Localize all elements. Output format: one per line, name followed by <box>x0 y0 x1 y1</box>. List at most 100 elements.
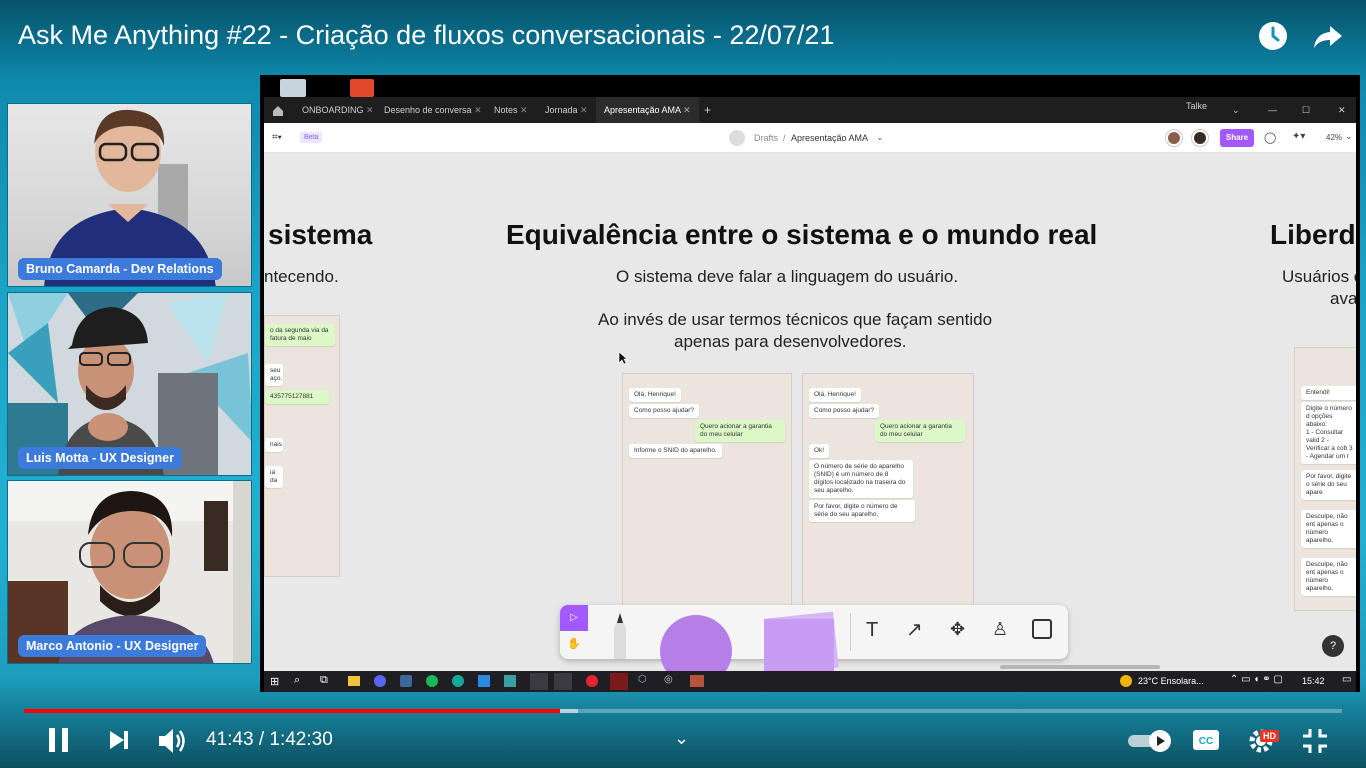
pause-icon[interactable] <box>47 727 71 758</box>
horizontal-scrollbar[interactable] <box>1000 665 1160 669</box>
search-icon[interactable]: ⌕ <box>294 674 300 687</box>
notifications-icon[interactable]: ▭ <box>1342 674 1351 685</box>
chat-mockup-right: Entendi! Digite o número d opções abaixo… <box>1294 347 1356 611</box>
app-icon[interactable]: ⬡ <box>638 674 647 685</box>
breadcrumb-file[interactable]: Apresentação AMA <box>791 133 868 143</box>
chat-bubble: o da segunda via da fatura de maio <box>265 324 335 346</box>
app-icon[interactable] <box>530 673 548 690</box>
image-tool-icon[interactable] <box>1032 619 1052 639</box>
chevron-down-icon[interactable]: ⌄ <box>1232 97 1240 123</box>
chat-bubble: Quero acionar a garantia do meu celular <box>875 420 965 442</box>
minimize-icon[interactable]: — <box>1268 97 1277 123</box>
file-explorer-icon[interactable] <box>348 676 360 686</box>
left-slide-title: sistema <box>268 219 373 250</box>
tray-icons[interactable]: ⌃ ▭ ◖ ⚭ ▢ <box>1230 674 1283 685</box>
chat-bubble: 435775127881 <box>265 390 329 404</box>
tab-onboarding[interactable]: ONBOARDING ✕ <box>302 97 374 123</box>
clock[interactable]: 15:42 <box>1302 676 1325 686</box>
figma-menu-icon[interactable]: ⌗▾ <box>272 132 282 143</box>
shared-screen: ONBOARDING ✕ Desenho de conversa ✕ Notes… <box>260 75 1360 692</box>
autoplay-toggle[interactable] <box>1128 730 1174 757</box>
chat-mockup-a: Olá, Henrique! Como posso ajudar? Quero … <box>622 373 792 609</box>
components-tool-icon[interactable]: ✥ <box>950 619 965 640</box>
file-menu-chevron-icon[interactable]: ⌄ <box>876 132 884 143</box>
weather-text[interactable]: 23°C Ensolara... <box>1138 676 1204 686</box>
app-icon[interactable] <box>690 675 704 687</box>
chat-mockup-b: Olá, Henrique! Como posso ajudar? Quero … <box>802 373 974 609</box>
chat-bubble: Entendi! <box>1301 386 1356 400</box>
avatar[interactable] <box>1192 130 1208 146</box>
svg-text:CC: CC <box>1199 736 1213 747</box>
app-icon[interactable] <box>452 675 464 687</box>
chevron-down-icon[interactable]: ⌄ <box>674 728 689 749</box>
slide-line-3: apenas para desenvolvedores. <box>674 332 907 351</box>
participant-camera-1: Bruno Camarda - Dev Relations <box>7 103 252 287</box>
stamp-tool-icon[interactable]: ♙ <box>992 619 1008 640</box>
chat-bubble: Olá, Henrique! <box>809 388 861 402</box>
new-tab-button[interactable]: + <box>704 97 711 123</box>
participant-name: Luis Motta - UX Designer <box>18 447 182 469</box>
help-button[interactable]: ? <box>1322 635 1344 657</box>
share-button[interactable]: Share <box>1220 129 1254 147</box>
avatar[interactable] <box>1166 130 1182 146</box>
breadcrumb-root[interactable]: Drafts <box>754 133 778 143</box>
figma-toolbar: ⌗▾ Beta Drafts / Apresentação AMA ⌄ Shar… <box>264 123 1356 153</box>
windows-start-icon[interactable]: ⊞ <box>270 675 279 688</box>
beta-badge: Beta <box>300 132 323 143</box>
figma-tab-bar: ONBOARDING ✕ Desenho de conversa ✕ Notes… <box>264 97 1356 123</box>
zoom-level[interactable]: 42% <box>1326 133 1342 142</box>
duration: 1:42:30 <box>269 729 333 750</box>
chat-bubble: seu aço. <box>265 364 283 386</box>
tab-jornada[interactable]: Jornada ✕ <box>545 97 588 123</box>
vscode-icon[interactable] <box>478 675 490 687</box>
discord-icon[interactable] <box>374 675 386 687</box>
progress-bar[interactable] <box>24 709 1342 713</box>
exit-fullscreen-icon[interactable] <box>1302 728 1328 759</box>
comment-icon[interactable]: ◯ <box>1264 131 1276 144</box>
share-icon[interactable] <box>1312 20 1344 52</box>
app-icon[interactable]: ◎ <box>664 674 673 685</box>
watch-later-icon[interactable] <box>1257 20 1289 52</box>
select-tool-icon[interactable]: ▷ <box>560 605 588 631</box>
video-title[interactable]: Ask Me Anything #22 - Criação de fluxos … <box>18 20 834 51</box>
chat-bubble: 1 - Consultar valid 2 - Verificar a cob … <box>1301 426 1356 464</box>
next-icon[interactable] <box>108 729 130 756</box>
chat-bubble: Por favor, digite o número de série do s… <box>809 500 915 522</box>
window-user-label: Talke <box>1186 101 1208 111</box>
chat-bubble: nais <box>265 438 283 452</box>
zoom-chevron-icon[interactable]: ⌄ <box>1345 131 1353 142</box>
team-avatar-icon <box>729 130 745 146</box>
figma-canvas[interactable]: sistema ntecendo. Equivalência entre o s… <box>264 153 1356 671</box>
shape-tool-icon[interactable] <box>660 615 732 671</box>
captions-icon[interactable]: CC <box>1192 729 1220 756</box>
app-icon[interactable] <box>504 675 516 687</box>
connector-tool-icon[interactable]: ↗ <box>906 617 923 642</box>
present-icon[interactable]: ✦▾ <box>1292 131 1305 142</box>
chat-bubble: Olá, Henrique! <box>629 388 681 402</box>
steam-icon[interactable] <box>400 675 412 687</box>
tab-notes[interactable]: Notes ✕ <box>494 97 528 123</box>
chat-bubble: ia da <box>265 466 283 488</box>
chat-bubble: Desculpe, não ent apenas o número aparel… <box>1301 510 1356 548</box>
app-icon[interactable] <box>610 673 628 690</box>
windows-taskbar: ⊞ ⌕ ⧉ ⬡ ◎ 23°C Ensolara... ⌃ ▭ ◖ ⚭ ▢ 15:… <box>264 671 1356 692</box>
hand-tool-icon[interactable]: ✋ <box>560 631 588 657</box>
tab-desenho-de-conversa[interactable]: Desenho de conversa ✕ <box>384 97 482 123</box>
close-window-icon[interactable]: ✕ <box>1338 97 1346 123</box>
figma-taskbar-icon[interactable] <box>554 673 572 690</box>
weather-icon <box>1120 675 1132 687</box>
right-slide-subtitle-2: ava <box>1330 289 1356 308</box>
slide-line-1: O sistema deve falar a linguagem do usuá… <box>616 267 959 286</box>
opera-icon[interactable] <box>586 675 598 687</box>
spotify-icon[interactable] <box>426 675 438 687</box>
tab-apresentacao-ama[interactable]: Apresentação AMA ✕ <box>596 97 699 123</box>
text-tool-icon[interactable]: T <box>866 619 878 642</box>
played-bar <box>24 709 561 713</box>
marker-tool-icon[interactable] <box>612 613 628 659</box>
home-icon[interactable] <box>272 104 284 116</box>
maximize-icon[interactable]: ☐ <box>1302 97 1310 123</box>
volume-icon[interactable] <box>157 726 189 761</box>
chat-bubble: Como posso ajudar? <box>629 404 699 418</box>
breadcrumb-separator: / <box>783 133 786 143</box>
task-view-icon[interactable]: ⧉ <box>320 674 328 687</box>
